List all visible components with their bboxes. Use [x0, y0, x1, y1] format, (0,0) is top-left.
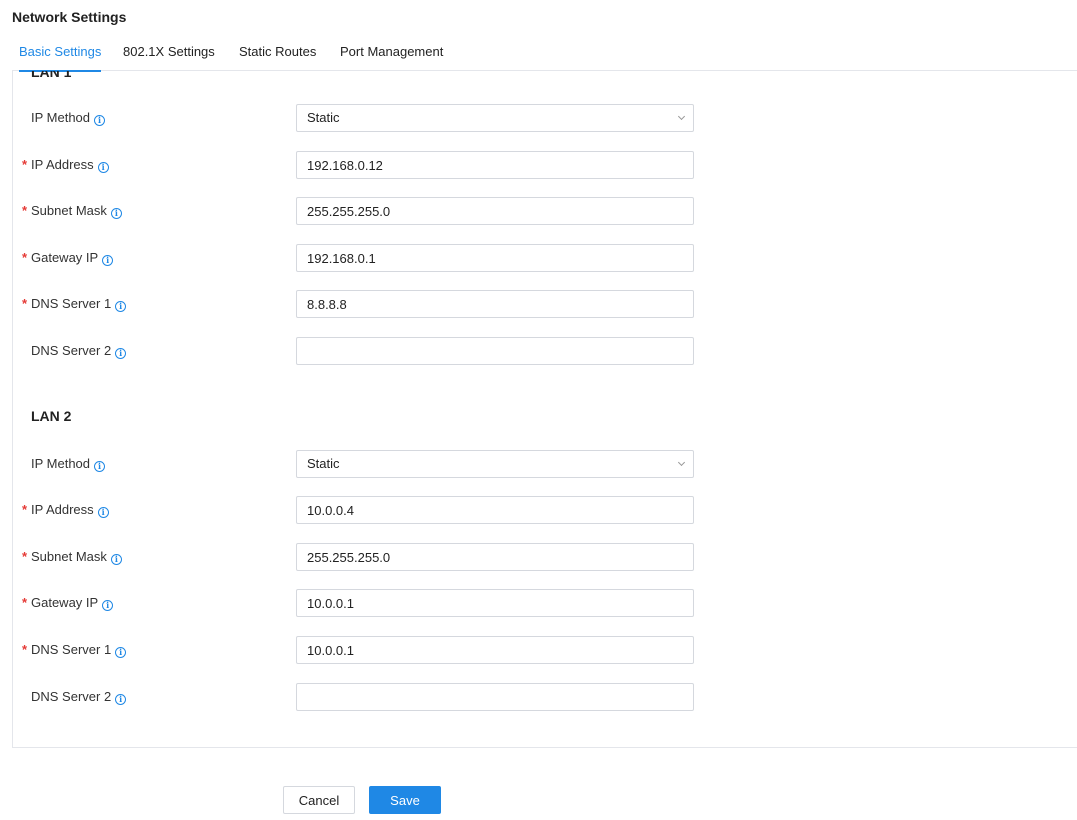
chevron-down-icon: [677, 112, 686, 121]
info-icon[interactable]: i: [115, 301, 127, 312]
info-icon[interactable]: i: [115, 348, 127, 359]
lan1-dns-server-1-input[interactable]: [296, 290, 694, 318]
lan1-ip-method-select[interactable]: Static: [296, 104, 694, 132]
info-icon[interactable]: i: [97, 507, 109, 518]
info-icon[interactable]: i: [94, 115, 106, 126]
lan2-dns-server-2-row: DNS Server 2i: [13, 683, 713, 711]
required-mark: *: [22, 296, 28, 311]
lan1-subnet-mask-row: * Subnet Mask i: [13, 197, 713, 225]
lan1-gateway-ip-row: * Gateway IP i: [13, 244, 713, 272]
field-label: * Subnet Mask i: [22, 543, 122, 571]
lan1-dns-server-1-row: * DNS Server 1i: [13, 290, 713, 318]
field-label: DNS Server 2i: [31, 337, 127, 365]
settings-panel: LAN 1 IP Methodi Static *IP Addressi *Su…: [12, 71, 1077, 748]
lan1-ip-address-input[interactable]: [296, 151, 694, 179]
field-label: DNS Server 2i: [31, 683, 127, 711]
tab-bar: Basic Settings 802.1X Settings Static Ro…: [12, 38, 1077, 72]
required-mark: *: [22, 595, 28, 610]
required-mark: *: [22, 203, 28, 218]
info-icon[interactable]: i: [110, 554, 122, 565]
lan2-dns-server-1-input[interactable]: [296, 636, 694, 664]
lan1-section-title: LAN 1: [31, 71, 72, 80]
lan2-ip-address-row: * IP Address i: [13, 496, 713, 524]
info-icon[interactable]: i: [110, 208, 122, 219]
tab-8021x-settings[interactable]: 802.1X Settings: [123, 38, 215, 71]
lan2-dns-server-1-row: * DNS Server 1i: [13, 636, 713, 664]
lan1-ip-address-row: * IP Address i: [13, 151, 713, 179]
cancel-button[interactable]: Cancel: [283, 786, 355, 814]
lan2-subnet-mask-input[interactable]: [296, 543, 694, 571]
lan2-gateway-ip-input[interactable]: [296, 589, 694, 617]
field-label: * IP Address i: [22, 151, 109, 179]
required-mark: *: [22, 250, 28, 265]
lan2-subnet-mask-row: * Subnet Mask i: [13, 543, 713, 571]
field-label: IP Method i: [31, 450, 106, 478]
page-title: Network Settings: [12, 9, 127, 25]
lan2-ip-address-input[interactable]: [296, 496, 694, 524]
required-mark: *: [22, 157, 28, 172]
tab-static-routes[interactable]: Static Routes: [239, 38, 316, 71]
info-icon[interactable]: i: [102, 600, 114, 611]
field-label: * Gateway IP i: [22, 244, 114, 272]
lan1-subnet-mask-input[interactable]: [296, 197, 694, 225]
required-mark: *: [22, 642, 28, 657]
tab-port-management[interactable]: Port Management: [340, 38, 443, 71]
info-icon[interactable]: i: [115, 694, 127, 705]
info-icon[interactable]: i: [94, 461, 106, 472]
required-mark: *: [22, 549, 28, 564]
lan2-ip-method-row: IP Method i Static: [13, 450, 713, 478]
lan1-ip-method-row: IP Method i Static: [13, 104, 713, 132]
chevron-down-icon: [677, 458, 686, 467]
lan2-gateway-ip-row: * Gateway IP i: [13, 589, 713, 617]
field-label: * IP Address i: [22, 496, 109, 524]
info-icon[interactable]: i: [115, 647, 127, 658]
info-icon[interactable]: i: [102, 255, 114, 266]
field-label: * Subnet Mask i: [22, 197, 122, 225]
save-button[interactable]: Save: [369, 786, 441, 814]
lan1-dns-server-2-input[interactable]: [296, 337, 694, 365]
tab-basic-settings[interactable]: Basic Settings: [19, 38, 102, 72]
lan2-dns-server-2-input[interactable]: [296, 683, 694, 711]
info-icon[interactable]: i: [97, 162, 109, 173]
field-label: IP Method i: [31, 104, 106, 132]
field-label: * DNS Server 1i: [22, 290, 127, 318]
lan1-dns-server-2-row: DNS Server 2i: [13, 337, 713, 365]
required-mark: *: [22, 502, 28, 517]
lan2-ip-method-select[interactable]: Static: [296, 450, 694, 478]
lan2-section-title: LAN 2: [31, 408, 72, 424]
lan1-gateway-ip-input[interactable]: [296, 244, 694, 272]
field-label: * DNS Server 1i: [22, 636, 127, 664]
field-label: * Gateway IP i: [22, 589, 114, 617]
